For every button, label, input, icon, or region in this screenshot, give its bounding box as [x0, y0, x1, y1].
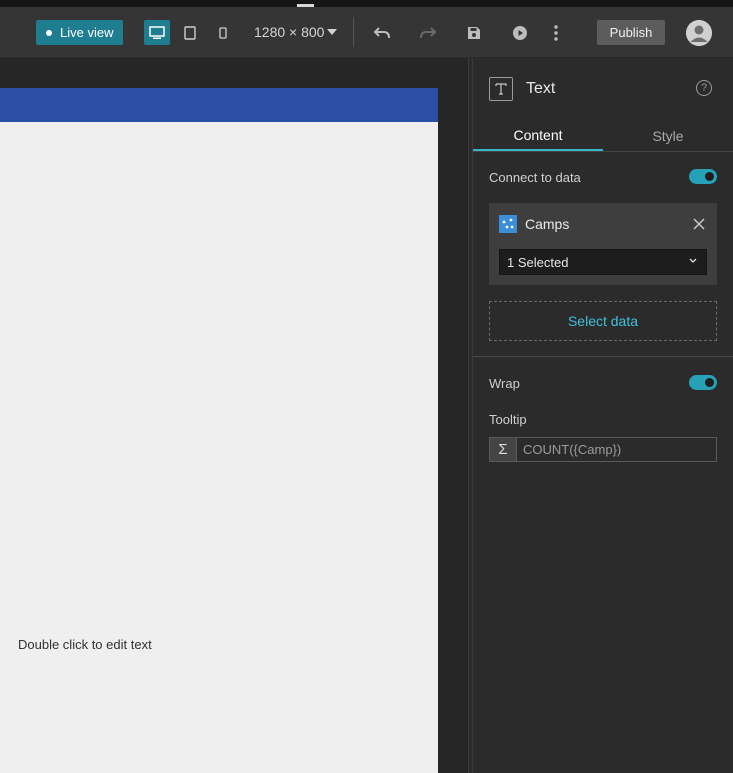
page-header-bar[interactable]	[0, 88, 438, 122]
text-widget[interactable]: Double click to edit text	[18, 637, 152, 652]
save-button[interactable]	[462, 20, 486, 45]
preview-button[interactable]	[508, 20, 532, 45]
window-top-strip	[0, 0, 733, 7]
tooltip-label: Tooltip	[489, 412, 527, 427]
wrap-toggle[interactable]	[689, 375, 717, 390]
tablet-icon	[184, 25, 196, 40]
save-icon	[468, 26, 480, 39]
page-canvas[interactable]: Double click to edit text	[0, 88, 438, 773]
caret-down-icon	[327, 29, 338, 35]
select-data-button[interactable]: Select data	[489, 301, 717, 341]
desktop-icon	[149, 25, 165, 39]
tablet-device-button[interactable]	[177, 20, 203, 45]
tooltip-field: Σ	[489, 437, 717, 462]
canvas-area: Double click to edit text	[0, 58, 468, 773]
resolution-label: 1280 × 800	[254, 24, 325, 40]
tab-style[interactable]: Style	[603, 120, 733, 151]
toggle-knob	[705, 172, 714, 181]
help-icon[interactable]: ?	[696, 80, 712, 96]
panel-tabs: Content Style	[473, 120, 733, 152]
data-source-card: Camps 1 Selected	[489, 203, 717, 285]
user-icon	[686, 20, 712, 46]
data-source-name: Camps	[525, 216, 570, 232]
user-avatar[interactable]	[686, 20, 712, 46]
top-toolbar: Live view 1280 × 800 Publish	[0, 7, 733, 58]
panel-title: Text	[526, 80, 556, 97]
redo-icon	[420, 26, 437, 38]
expression-button[interactable]: Σ	[490, 438, 517, 461]
tab-content[interactable]: Content	[473, 120, 603, 151]
phone-device-button[interactable]	[210, 20, 236, 45]
live-view-button[interactable]: Live view	[36, 20, 123, 45]
desktop-device-button[interactable]	[144, 20, 170, 45]
more-options-button[interactable]	[544, 20, 568, 45]
phone-icon	[219, 26, 227, 39]
selection-dropdown[interactable]: 1 Selected	[499, 249, 707, 275]
more-vertical-icon	[554, 24, 558, 41]
play-circle-icon	[513, 25, 527, 40]
live-dot-icon	[46, 29, 52, 36]
selection-value: 1 Selected	[507, 254, 569, 270]
undo-icon	[373, 26, 390, 38]
tooltip-input[interactable]	[517, 438, 716, 461]
remove-data-source-button[interactable]	[691, 216, 707, 232]
toggle-knob	[705, 378, 714, 387]
settings-panel: Text ? Content Style Connect to data Cam…	[473, 58, 733, 773]
live-view-label: Live view	[60, 25, 114, 40]
publish-label: Publish	[609, 25, 653, 40]
redo-button[interactable]	[416, 20, 440, 45]
close-icon	[693, 218, 705, 230]
publish-button[interactable]: Publish	[597, 20, 665, 45]
undo-button[interactable]	[370, 20, 394, 45]
sigma-icon: Σ	[498, 441, 508, 458]
panel-divider	[473, 356, 733, 357]
toolbar-divider	[353, 17, 354, 47]
chevron-down-icon	[689, 258, 697, 263]
text-widget-icon	[489, 77, 513, 101]
resolution-dropdown[interactable]: 1280 × 800	[254, 24, 338, 40]
point-layer-icon	[499, 215, 517, 233]
wrap-label: Wrap	[489, 376, 520, 391]
connect-to-data-label: Connect to data	[489, 170, 581, 185]
connect-to-data-toggle[interactable]	[689, 169, 717, 184]
